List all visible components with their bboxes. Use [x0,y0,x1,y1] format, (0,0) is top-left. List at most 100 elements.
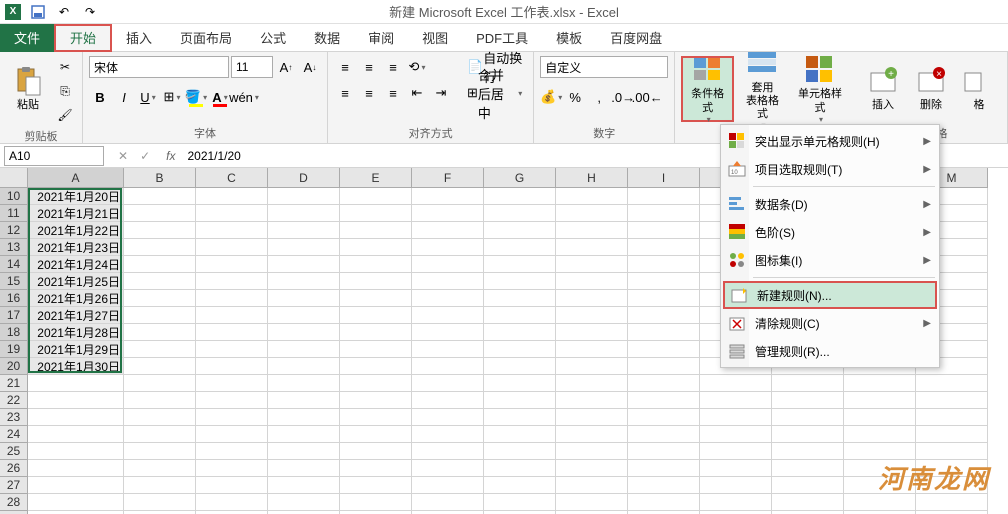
row-header[interactable]: 19 [0,341,28,358]
column-header[interactable]: A [28,168,124,188]
column-header[interactable]: E [340,168,412,188]
cell[interactable] [628,358,700,375]
cell[interactable] [412,460,484,477]
cell[interactable] [340,239,412,256]
cell[interactable]: 2021年1月29日 [28,341,124,358]
cell[interactable] [772,494,844,511]
cell[interactable] [916,460,988,477]
menu-new-rule[interactable]: 新建规则(N)... [723,281,937,309]
cut-icon[interactable]: ✂ [54,56,76,78]
tab-pagelayout[interactable]: 页面布局 [166,24,246,52]
cell[interactable] [916,494,988,511]
cell[interactable] [268,443,340,460]
cell[interactable] [484,358,556,375]
cell[interactable] [196,290,268,307]
cell[interactable] [340,324,412,341]
cell[interactable] [412,341,484,358]
cell[interactable] [700,460,772,477]
cell[interactable] [916,409,988,426]
tab-templates[interactable]: 模板 [542,24,596,52]
cell[interactable] [340,188,412,205]
cell[interactable] [556,494,628,511]
cell[interactable] [628,477,700,494]
align-center-icon[interactable]: ≡ [358,82,380,104]
cell[interactable] [916,443,988,460]
cell[interactable] [340,205,412,222]
tab-insert[interactable]: 插入 [112,24,166,52]
cell[interactable]: 2021年1月27日 [28,307,124,324]
cell[interactable] [628,222,700,239]
cell[interactable] [268,205,340,222]
cell[interactable] [916,477,988,494]
decrease-font-icon[interactable]: A↓ [299,56,321,78]
row-header[interactable]: 20 [0,358,28,375]
cell[interactable] [484,341,556,358]
cell[interactable]: 2021年1月28日 [28,324,124,341]
cell[interactable] [196,341,268,358]
cell[interactable] [124,341,196,358]
tab-data[interactable]: 数据 [300,24,354,52]
cell[interactable] [196,324,268,341]
align-right-icon[interactable]: ≡ [382,82,404,104]
cell[interactable] [340,290,412,307]
cell[interactable] [268,409,340,426]
cell[interactable] [556,256,628,273]
qat-undo-icon[interactable]: ↶ [55,3,73,21]
cell[interactable] [628,426,700,443]
cell[interactable] [556,426,628,443]
cell[interactable] [628,239,700,256]
cell[interactable] [124,239,196,256]
row-header[interactable]: 11 [0,205,28,222]
row-header[interactable]: 28 [0,494,28,511]
bold-button[interactable]: B [89,86,111,108]
cell[interactable]: 2021年1月20日 [28,188,124,205]
cell[interactable] [484,443,556,460]
cell[interactable] [268,375,340,392]
indent-increase-icon[interactable]: ⇥ [430,82,452,104]
row-header[interactable]: 25 [0,443,28,460]
cell[interactable] [628,409,700,426]
tab-review[interactable]: 审阅 [354,24,408,52]
cell[interactable] [412,324,484,341]
cell[interactable]: 2021年1月26日 [28,290,124,307]
font-color-button[interactable]: A▾ [209,86,231,108]
cell[interactable] [124,375,196,392]
cell[interactable] [628,273,700,290]
cell[interactable] [916,392,988,409]
cell[interactable] [340,273,412,290]
cell[interactable] [484,477,556,494]
cell[interactable] [268,477,340,494]
cell[interactable] [844,443,916,460]
cell[interactable] [412,256,484,273]
tab-formulas[interactable]: 公式 [246,24,300,52]
cell[interactable] [628,375,700,392]
cell[interactable] [844,460,916,477]
row-header[interactable]: 12 [0,222,28,239]
cell[interactable] [124,494,196,511]
cell[interactable] [700,494,772,511]
row-header[interactable]: 13 [0,239,28,256]
cell[interactable] [196,477,268,494]
cell[interactable] [556,188,628,205]
cell[interactable]: 2021年1月21日 [28,205,124,222]
cell[interactable] [628,341,700,358]
cell[interactable] [700,443,772,460]
cell[interactable] [484,256,556,273]
cell[interactable] [196,222,268,239]
row-header[interactable]: 14 [0,256,28,273]
cell[interactable] [124,188,196,205]
cell[interactable] [484,324,556,341]
format-painter-icon[interactable]: 🖌 [54,104,76,126]
cell[interactable] [844,375,916,392]
cell[interactable] [412,409,484,426]
cell[interactable] [196,392,268,409]
cell[interactable] [268,392,340,409]
cell[interactable] [772,426,844,443]
cell[interactable] [196,188,268,205]
percent-format-icon[interactable]: % [564,86,586,108]
cell[interactable] [196,273,268,290]
cell[interactable] [268,290,340,307]
cell[interactable] [412,375,484,392]
column-header[interactable]: G [484,168,556,188]
table-format-button[interactable]: 套用 表格格式 ▾ [738,56,787,122]
